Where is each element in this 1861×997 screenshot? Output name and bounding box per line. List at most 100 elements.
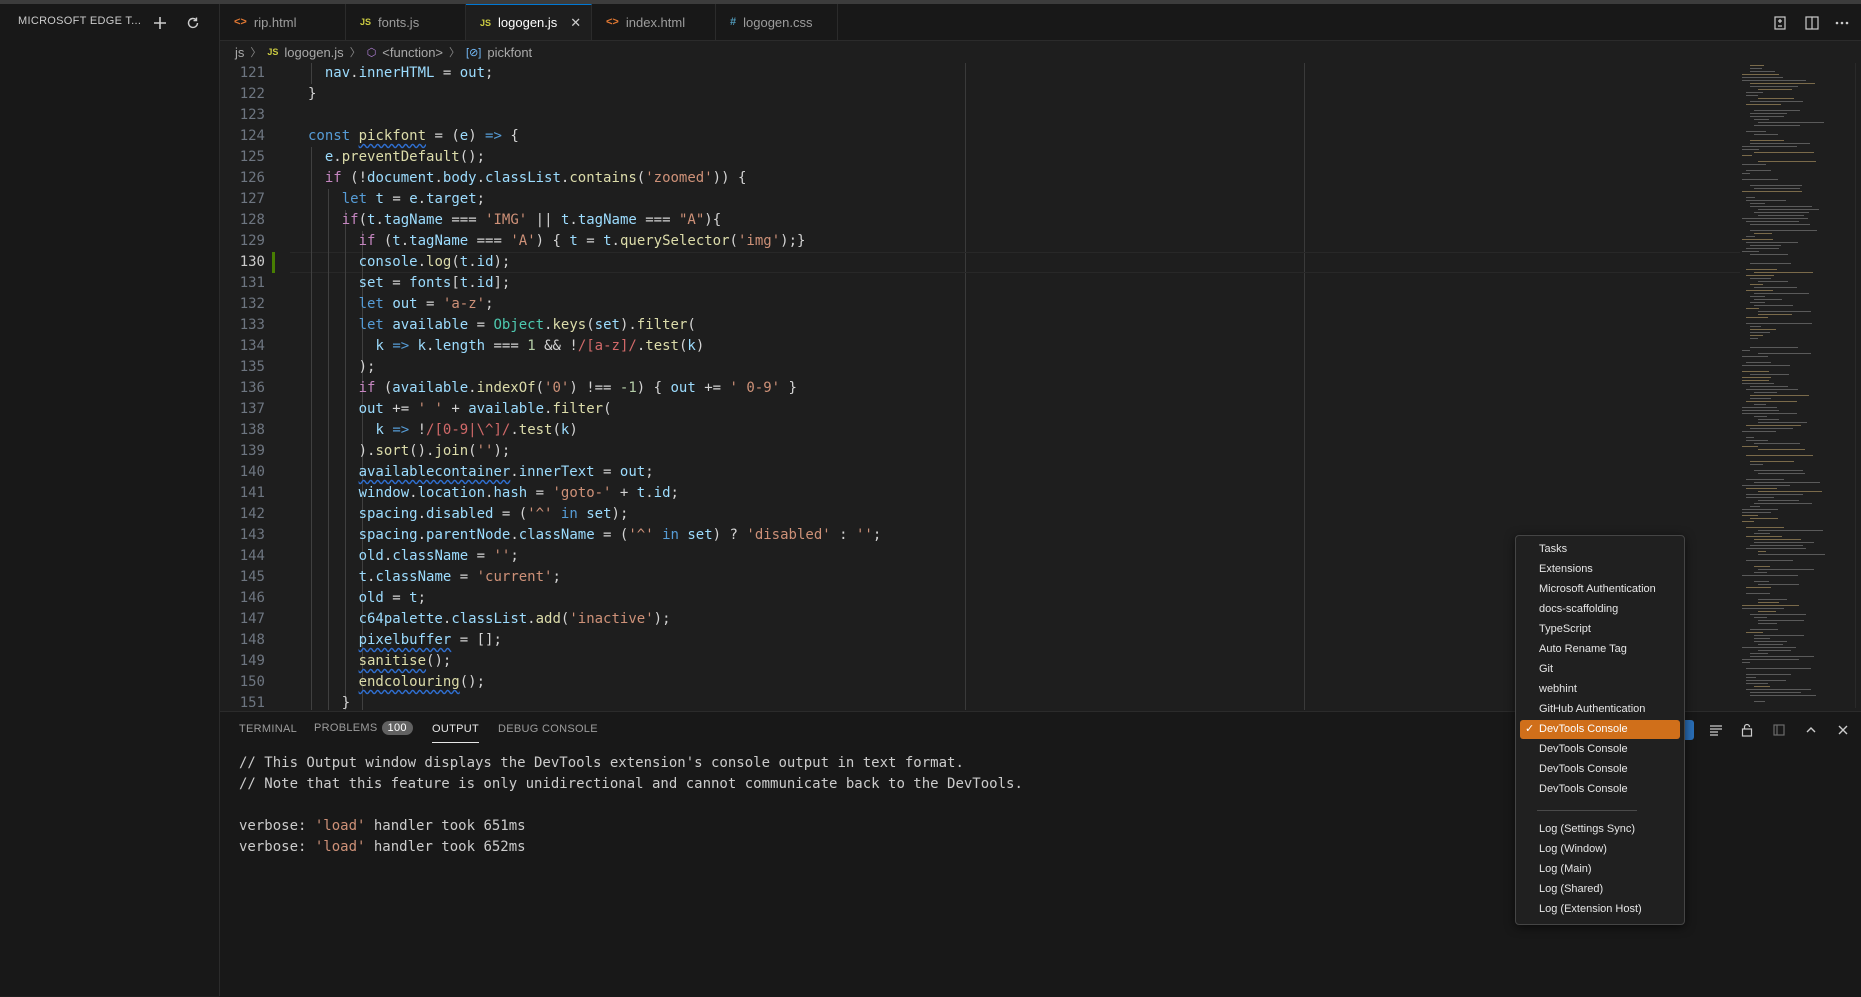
minimap-line xyxy=(1742,509,1778,510)
minimap-line xyxy=(1754,188,1800,189)
minimap-line xyxy=(1742,605,1799,606)
output-line: verbose: 'load' handler took 651ms xyxy=(239,818,526,834)
minimap[interactable] xyxy=(1740,63,1850,708)
close-panel-icon[interactable] xyxy=(1834,721,1852,739)
more-actions-icon[interactable] xyxy=(1832,13,1852,33)
minimap-line xyxy=(1754,533,1770,534)
add-icon[interactable] xyxy=(149,12,171,34)
minimap-line xyxy=(1758,215,1804,216)
channel-option[interactable]: Microsoft Authentication xyxy=(1520,580,1680,599)
editor-tab-bar: <> rip.html JS fonts.js JS logogen.js ✕ … xyxy=(220,4,1861,41)
minimap-line xyxy=(1746,587,1771,588)
minimap-line xyxy=(1750,224,1810,225)
minimap-line xyxy=(1746,242,1798,243)
tab-logogen-js[interactable]: JS logogen.js ✕ xyxy=(466,4,592,40)
channel-option[interactable]: Log (Window) xyxy=(1520,840,1680,859)
minimap-line xyxy=(1750,113,1787,114)
minimap-line xyxy=(1750,338,1758,339)
channel-option[interactable]: DevTools Console xyxy=(1520,740,1680,759)
minimap-line xyxy=(1746,389,1798,390)
lock-icon[interactable] xyxy=(1738,721,1756,739)
tab-output[interactable]: OUTPUT xyxy=(432,723,480,743)
channel-option[interactable]: Log (Shared) xyxy=(1520,880,1680,899)
minimap-line xyxy=(1758,554,1825,555)
open-changes-icon[interactable] xyxy=(1770,13,1790,33)
breadcrumb-symbol[interactable]: pickfont xyxy=(487,45,532,60)
minimap-line xyxy=(1742,485,1790,486)
minimap-line xyxy=(1746,170,1771,171)
split-editor-icon[interactable] xyxy=(1802,13,1822,33)
cube-icon: ⬡ xyxy=(366,46,377,59)
minimap-line xyxy=(1754,119,1769,120)
minimap-line xyxy=(1746,362,1771,363)
minimap-line xyxy=(1746,104,1781,105)
channel-option[interactable]: Auto Rename Tag xyxy=(1520,640,1680,659)
minimap-line xyxy=(1758,530,1823,531)
open-in-editor-icon[interactable] xyxy=(1770,721,1788,739)
minimap-line xyxy=(1754,686,1770,687)
minimap-line xyxy=(1742,446,1758,447)
minimap-line xyxy=(1754,293,1809,294)
minimap-line xyxy=(1742,647,1796,648)
minimap-line xyxy=(1754,287,1797,288)
minimap-line xyxy=(1750,461,1794,462)
chevron-right-icon: 〉 xyxy=(349,47,361,59)
minimap-line xyxy=(1754,299,1782,300)
channel-option[interactable]: Log (Settings Sync) xyxy=(1520,820,1680,839)
minimap-line xyxy=(1754,212,1809,213)
channel-option[interactable]: Log (Extension Host) xyxy=(1520,900,1680,919)
breadcrumb-scope[interactable]: <function> xyxy=(382,45,443,60)
channel-option[interactable]: DevTools Console xyxy=(1520,760,1680,779)
minimap-line xyxy=(1754,641,1787,642)
line-number: 122 xyxy=(239,86,265,102)
minimap-line xyxy=(1758,89,1792,90)
channel-option[interactable]: Log (Main) xyxy=(1520,860,1680,879)
clear-output-icon[interactable] xyxy=(1707,721,1725,739)
breadcrumb-file[interactable]: logogen.js xyxy=(284,45,343,60)
channel-option[interactable]: docs-scaffolding xyxy=(1520,600,1680,619)
minimap-line xyxy=(1742,377,1771,378)
channel-option[interactable]: Git xyxy=(1520,660,1680,679)
channel-option[interactable]: TypeScript xyxy=(1520,620,1680,639)
editor-scrollbar[interactable] xyxy=(1855,63,1861,708)
close-icon[interactable]: ✕ xyxy=(570,15,581,31)
minimap-line xyxy=(1746,317,1768,318)
channel-option-selected[interactable]: ✓ DevTools Console xyxy=(1520,720,1680,739)
minimap-line xyxy=(1746,536,1782,537)
line-number: 128 xyxy=(239,212,265,228)
line-number: 132 xyxy=(239,296,265,312)
tab-logogen-css[interactable]: # logogen.css xyxy=(716,4,838,40)
minimap-line xyxy=(1758,599,1787,600)
minimap-line xyxy=(1750,65,1764,66)
variable-icon: [⊘] xyxy=(466,46,482,59)
tab-fonts-js[interactable]: JS fonts.js xyxy=(346,4,466,40)
line-number: 142 xyxy=(239,506,265,522)
minimap-line xyxy=(1746,323,1812,324)
minimap-line xyxy=(1750,326,1761,327)
output-channel-select[interactable] xyxy=(1684,720,1694,740)
breadcrumb-folder[interactable]: js xyxy=(235,45,244,60)
tab-debug-console[interactable]: DEBUG CONSOLE xyxy=(498,723,598,735)
channel-option[interactable]: Tasks xyxy=(1520,540,1680,559)
minimap-line xyxy=(1750,518,1778,519)
tab-rip-html[interactable]: <> rip.html xyxy=(220,4,346,40)
chevron-up-icon[interactable] xyxy=(1802,721,1820,739)
line-number: 123 xyxy=(239,107,265,123)
minimap-line xyxy=(1754,305,1793,306)
channel-option[interactable]: Extensions xyxy=(1520,560,1680,579)
minimap-line xyxy=(1746,401,1797,402)
tab-terminal[interactable]: TERMINAL xyxy=(239,723,297,735)
minimap-line xyxy=(1758,209,1819,210)
channel-option[interactable]: webhint xyxy=(1520,680,1680,699)
minimap-line xyxy=(1758,611,1776,612)
channel-option-label: DevTools Console xyxy=(1539,723,1628,735)
line-number: 134 xyxy=(239,338,265,354)
line-number: 146 xyxy=(239,590,265,606)
channel-option[interactable]: DevTools Console xyxy=(1520,780,1680,799)
code-editor[interactable]: 121 nav.innerHTML = out; 122} 123 124 con… xyxy=(220,63,1740,710)
tab-index-html[interactable]: <> index.html xyxy=(592,4,716,40)
tab-problems[interactable]: PROBLEMS 100 xyxy=(314,721,413,735)
minimap-line xyxy=(1742,383,1774,384)
channel-option[interactable]: GitHub Authentication xyxy=(1520,700,1680,719)
refresh-icon[interactable] xyxy=(182,12,204,34)
